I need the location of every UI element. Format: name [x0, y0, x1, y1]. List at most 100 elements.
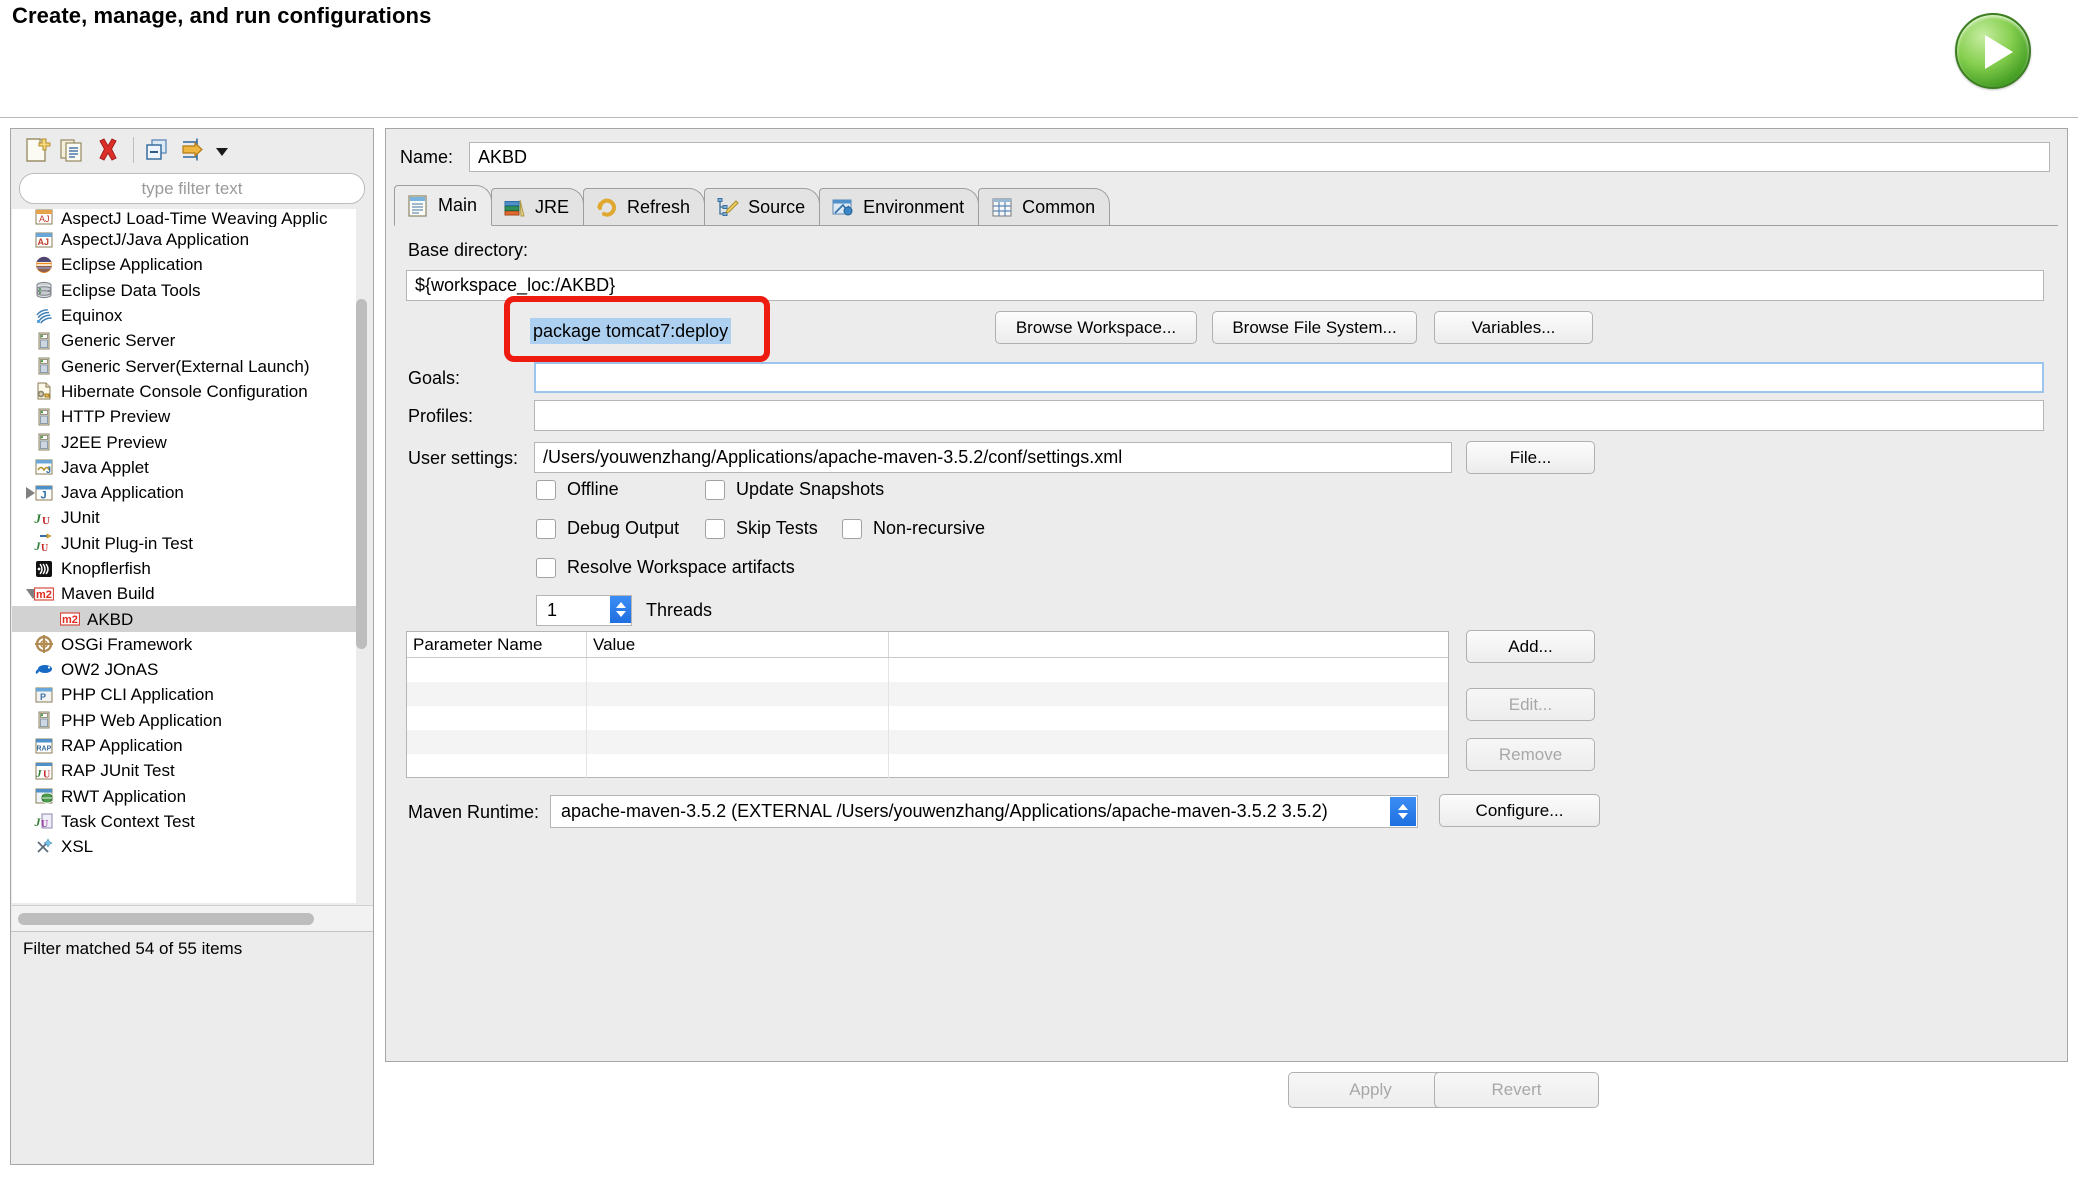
table-row[interactable] [407, 682, 1448, 706]
parameters-table[interactable]: Parameter Name Value [406, 631, 1449, 778]
osgi-icon [34, 634, 54, 654]
goals-input[interactable] [534, 362, 2044, 393]
tree-item-aspectj-java-application[interactable]: AJAspectJ/Java Application [12, 227, 356, 252]
tab-source[interactable]: Source [704, 188, 820, 226]
skip-tests-checkbox[interactable] [705, 519, 725, 539]
delete-configuration-icon[interactable] [93, 135, 123, 165]
new-configuration-icon[interactable] [21, 135, 51, 165]
tree-item-php-web-application[interactable]: PHP Web Application [12, 708, 356, 733]
tab-jre[interactable]: JRE [491, 188, 584, 226]
table-cell [407, 682, 587, 706]
tree-horizontal-scrollbar-track[interactable] [12, 905, 373, 931]
table-cell [407, 730, 587, 754]
tree-item-ow2-jonas[interactable]: OW2 JOnAS [12, 657, 356, 682]
filter-icon[interactable] [178, 135, 208, 165]
tree-item-http-preview[interactable]: HTTP Preview [12, 404, 356, 429]
tree-item-rap-application[interactable]: RAPRAP Application [12, 733, 356, 758]
tree-item-rap-junit-test[interactable]: JURAP JUnit Test [12, 758, 356, 783]
tree-item-task-context-test[interactable]: JUTask Context Test [12, 809, 356, 834]
profiles-input[interactable] [534, 400, 2044, 431]
tree-item-hibernate-console-configuration[interactable]: Hibernate Console Configuration [12, 379, 356, 404]
user-settings-input[interactable]: /Users/youwenzhang/Applications/apache-m… [534, 442, 1452, 473]
tree-item-maven-build[interactable]: m2Maven Build [12, 581, 356, 606]
tree-item-eclipse-application[interactable]: Eclipse Application [12, 252, 356, 277]
table-row[interactable] [407, 754, 1448, 778]
base-directory-input[interactable]: ${workspace_loc:/AKBD} [406, 270, 2044, 301]
browse-file-system-button[interactable]: Browse File System... [1212, 311, 1417, 344]
xsl-icon [34, 837, 54, 857]
update-snapshots-checkbox-row[interactable]: Update Snapshots [705, 479, 884, 500]
svg-text:U: U [41, 543, 48, 553]
maven-runtime-value: apache-maven-3.5.2 (EXTERNAL /Users/youw… [561, 801, 1328, 822]
duplicate-configuration-icon[interactable] [57, 135, 87, 165]
resolve-workspace-artifacts-checkbox-row[interactable]: Resolve Workspace artifacts [536, 557, 795, 578]
svg-text:J: J [41, 489, 47, 501]
tree-item-eclipse-data-tools[interactable]: Eclipse Data Tools [12, 278, 356, 303]
filter-input[interactable]: type filter text [19, 173, 365, 204]
debug-output-checkbox-row[interactable]: Debug Output [536, 518, 679, 539]
browse-workspace-button[interactable]: Browse Workspace... [995, 311, 1197, 344]
stepper-up-icon[interactable] [616, 602, 626, 608]
tree-item-junit-plug-in-test[interactable]: JUJUnit Plug-in Test [12, 531, 356, 556]
non-recursive-checkbox-row[interactable]: Non-recursive [842, 518, 985, 539]
tree-item-aspectj-load-time-weaving-applic[interactable]: AJAspectJ Load-Time Weaving Applic [12, 209, 356, 227]
debug-output-checkbox[interactable] [536, 519, 556, 539]
tree-item-php-cli-application[interactable]: PPHP CLI Application [12, 682, 356, 707]
add-parameter-button[interactable]: Add... [1466, 630, 1595, 663]
tree-vertical-scrollbar-track[interactable] [359, 211, 370, 901]
tree-item-java-application[interactable]: JJava Application [12, 480, 356, 505]
tree-item-label: AspectJ/Java Application [61, 231, 249, 248]
table-cell [407, 754, 587, 778]
chevron-down-icon[interactable] [216, 148, 228, 156]
tab-main[interactable]: Main [394, 185, 492, 226]
non-recursive-checkbox[interactable] [842, 519, 862, 539]
tab-label: Environment [863, 197, 964, 218]
tree-item-j2ee-preview[interactable]: J2EE Preview [12, 429, 356, 454]
maven-runtime-select[interactable]: apache-maven-3.5.2 (EXTERNAL /Users/youw… [550, 795, 1418, 828]
threads-stepper-buttons[interactable] [610, 596, 631, 623]
tree-item-java-applet[interactable]: JJava Applet [12, 455, 356, 480]
tree-item-akbd[interactable]: m2 AKBD [12, 606, 356, 631]
offline-checkbox-row[interactable]: Offline [536, 479, 619, 500]
tree-item-osgi-framework[interactable]: OSGi Framework [12, 632, 356, 657]
offline-checkbox[interactable] [536, 480, 556, 500]
maven-runtime-dropdown-arrow[interactable] [1390, 797, 1416, 826]
tree-item-xsl[interactable]: XSL [12, 834, 356, 859]
tree-item-knopflerfish[interactable]: Knopflerfish [12, 556, 356, 581]
resolve-workspace-artifacts-checkbox[interactable] [536, 558, 556, 578]
dialog-header: Create, manage, and run configurations [0, 0, 2078, 118]
tree-vertical-scrollbar-thumb[interactable] [356, 299, 367, 649]
table-row[interactable] [407, 658, 1448, 682]
tree-item-equinox[interactable]: Equinox [12, 303, 356, 328]
skip-tests-checkbox-row[interactable]: Skip Tests [705, 518, 818, 539]
table-row[interactable] [407, 730, 1448, 754]
configure-maven-runtime-button[interactable]: Configure... [1439, 794, 1600, 827]
name-input[interactable]: AKBD [469, 142, 2050, 172]
file-button[interactable]: File... [1466, 441, 1595, 474]
tab-environment[interactable]: Environment [819, 188, 979, 226]
variables-button[interactable]: Variables... [1434, 311, 1593, 344]
tree-item-label: OSGi Framework [61, 636, 192, 653]
tree-item-label: PHP Web Application [61, 712, 222, 729]
tree-item-rwt-application[interactable]: RWT Application [12, 784, 356, 809]
collapse-all-icon[interactable] [142, 135, 172, 165]
tree-item-generic-server-external-launch[interactable]: Generic Server(External Launch) [12, 353, 356, 378]
update-snapshots-checkbox[interactable] [705, 480, 725, 500]
configuration-tree[interactable]: AJAspectJ Load-Time Weaving ApplicAJAspe… [12, 209, 356, 903]
table-row[interactable] [407, 706, 1448, 730]
tree-item-junit[interactable]: JUJUnit [12, 505, 356, 530]
tab-refresh[interactable]: Refresh [583, 188, 705, 226]
configuration-tabs[interactable]: MainJRERefreshSource Environment Common [394, 185, 1109, 226]
tab-common[interactable]: Common [978, 188, 1110, 226]
page-title: Create, manage, and run configurations [12, 3, 431, 29]
tree-item-label: AKBD [87, 611, 133, 628]
table-cell [407, 706, 587, 730]
run-button[interactable] [1955, 13, 2031, 89]
tree-horizontal-scrollbar-thumb[interactable] [18, 913, 314, 925]
table-cell [889, 682, 1448, 706]
stepper-down-icon[interactable] [616, 611, 626, 617]
eclipse-data-tools-icon [34, 280, 54, 300]
tree-item-generic-server[interactable]: Generic Server [12, 328, 356, 353]
server-icon [34, 356, 54, 376]
svg-text:m2: m2 [62, 614, 78, 626]
